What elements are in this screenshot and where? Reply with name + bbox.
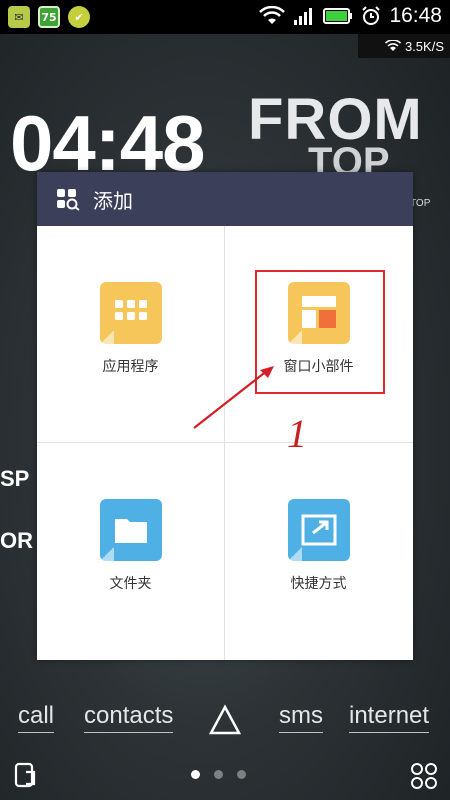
page-dot[interactable]	[237, 770, 246, 779]
page-dot[interactable]	[214, 770, 223, 779]
all-apps-icon[interactable]	[410, 762, 438, 790]
checkmark-notification-icon: ✔	[68, 6, 90, 28]
option-label: 应用程序	[102, 359, 159, 375]
page-indicator	[191, 770, 246, 779]
option-label: 文件夹	[109, 576, 152, 592]
wifi-small-icon	[384, 40, 401, 51]
status-bar: ✉ 75 ✔ 16:48	[0, 0, 450, 34]
dock-call[interactable]: call	[18, 702, 55, 733]
folder-icon	[99, 499, 162, 561]
battery-badge-icon: 75	[38, 6, 60, 28]
status-time: 16:48	[389, 4, 442, 27]
system-icons: 16:48	[259, 4, 442, 28]
annotation-number: 1	[287, 411, 307, 456]
shortcut-icon	[287, 499, 350, 561]
apps-grid-icon	[99, 282, 162, 344]
signal-icon	[294, 8, 313, 25]
battery-icon	[323, 8, 353, 24]
dialog-header: 添加	[37, 172, 413, 226]
dialog-title: 添加	[93, 188, 133, 213]
wallpaper-side-text-1: SP	[0, 466, 30, 491]
wallpaper-side-text-2: OR	[0, 528, 33, 553]
app-drawer-triangle-icon[interactable]	[208, 704, 242, 736]
option-label: 快捷方式	[290, 576, 347, 592]
option-folder[interactable]: 文件夹	[37, 443, 224, 659]
network-speed-value: 3.5K/S	[404, 38, 444, 54]
message-notification-icon: ✉	[8, 6, 30, 28]
wallpaper-top-small: TOP	[410, 198, 431, 209]
dock-contacts[interactable]: contacts	[84, 702, 174, 733]
dock-sms[interactable]: sms	[279, 702, 323, 733]
option-shortcut[interactable]: 快捷方式	[225, 443, 412, 659]
annotation-arrow-icon	[193, 366, 274, 429]
alarm-icon	[362, 6, 381, 25]
page-dot-active[interactable]	[191, 770, 200, 779]
add-items-icon	[57, 189, 80, 211]
network-speed: 3.5K/S	[358, 34, 450, 58]
dock-internet[interactable]: internet	[349, 702, 430, 733]
edit-home-icon[interactable]	[14, 762, 38, 788]
wifi-icon	[259, 6, 286, 24]
notification-icons: ✉ 75 ✔	[8, 6, 90, 28]
